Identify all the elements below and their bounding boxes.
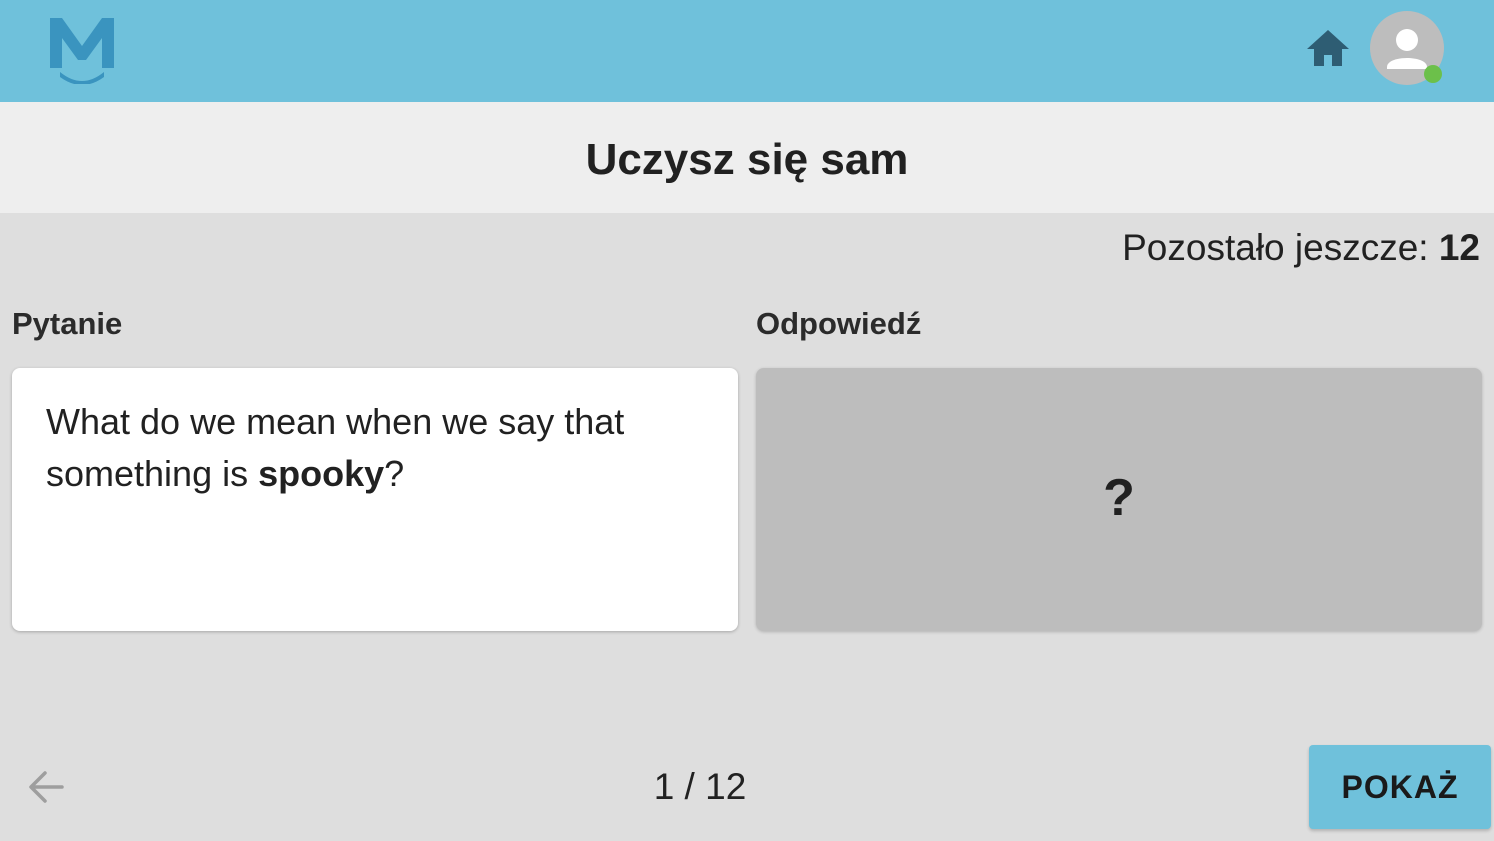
home-icon[interactable] <box>1304 27 1352 69</box>
show-answer-button[interactable]: POKAŻ <box>1309 745 1491 829</box>
question-text-after: ? <box>384 453 405 494</box>
answer-card[interactable]: ? <box>756 368 1482 631</box>
question-card: What do we mean when we say that somethi… <box>12 368 738 631</box>
online-status-indicator <box>1424 65 1442 83</box>
remaining-label: Pozostało jeszcze: <box>1122 227 1429 268</box>
remaining-count: 12 <box>1438 227 1480 268</box>
answer-placeholder: ? <box>1103 469 1135 527</box>
logo-icon <box>50 18 114 84</box>
page-indicator: 1 / 12 <box>653 766 747 807</box>
question-text: What do we mean when we say that somethi… <box>46 396 704 500</box>
answer-label: Odpowiedź <box>756 306 922 341</box>
question-label: Pytanie <box>12 306 123 341</box>
question-keyword: spooky <box>258 453 385 494</box>
user-avatar[interactable] <box>1370 11 1444 85</box>
remaining-counter: Pozostało jeszcze: 12 <box>1122 224 1480 272</box>
arrow-left-icon[interactable] <box>26 768 66 806</box>
page-title: Uczysz się sam <box>585 135 909 184</box>
top-app-bar <box>0 0 1494 102</box>
